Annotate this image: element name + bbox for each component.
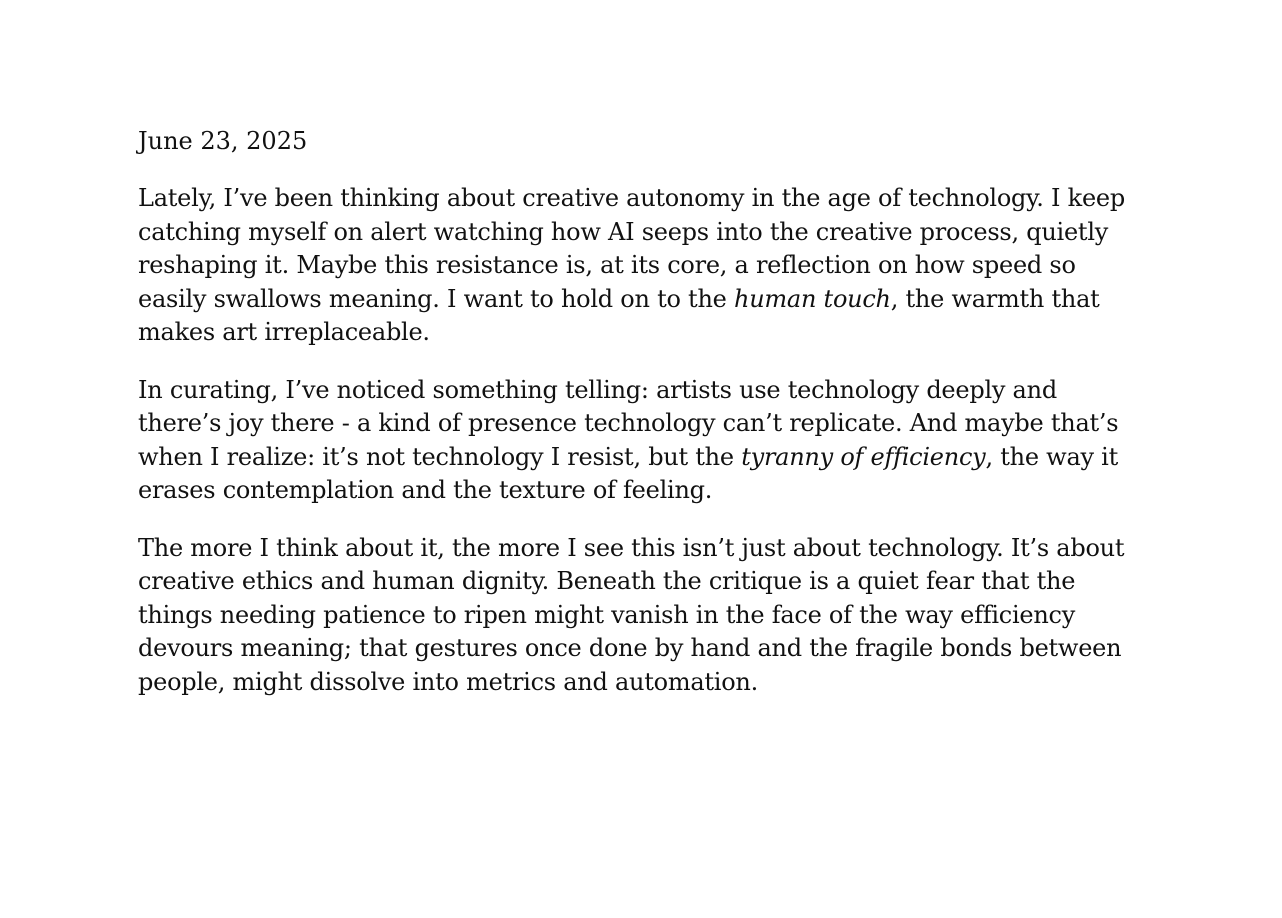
paragraph-1-emphasis: human touch (733, 284, 891, 313)
paragraph-2-emphasis: tyranny of efficiency (741, 442, 986, 471)
entry-date: June 23, 2025 (138, 127, 308, 155)
paragraph-2: In curating, I’ve noticed something tell… (138, 374, 1138, 508)
paragraph-1: Lately, I’ve been thinking about creativ… (138, 182, 1138, 350)
journal-entry: June 23, 2025 Lately, I’ve been thinking… (138, 124, 1138, 723)
paragraph-3: The more I think about it, the more I se… (138, 533, 1125, 696)
